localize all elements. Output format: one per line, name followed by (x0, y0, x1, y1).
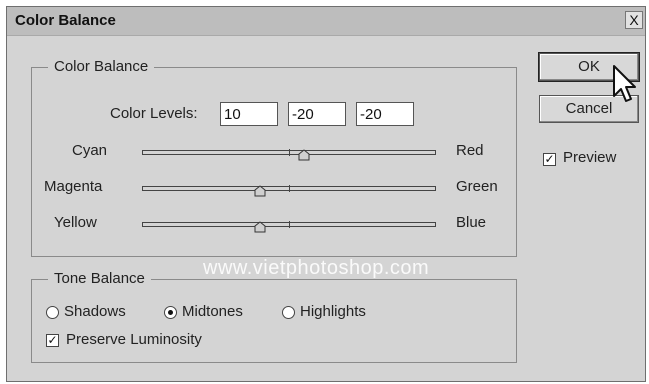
blue-label: Blue (456, 214, 487, 231)
midtones-label: Midtones (182, 303, 243, 320)
cyan-label: Cyan (72, 142, 108, 159)
shadows-label: Shadows (64, 303, 126, 320)
yellow-label: Yellow (54, 214, 97, 231)
preview-checkbox[interactable]: ✓ (543, 153, 556, 166)
yellow-blue-level-input[interactable] (356, 102, 414, 126)
watermark-text: www.vietphotoshop.com (203, 257, 430, 279)
color-levels-label: Color Levels: (110, 105, 198, 122)
yellow-blue-slider[interactable] (142, 221, 436, 228)
color-balance-dialog: Color Balance X Color Balance Color Leve… (6, 6, 646, 382)
cyan-red-slider[interactable] (142, 149, 436, 156)
color-balance-legend: Color Balance (48, 58, 155, 75)
yellow-blue-slider-thumb[interactable] (254, 221, 266, 233)
cyan-red-slider-thumb[interactable] (298, 149, 310, 161)
highlights-label: Highlights (300, 303, 366, 320)
preview-label: Preview (563, 149, 617, 166)
preserve-luminosity-checkbox[interactable]: ✓ (46, 334, 59, 347)
magenta-green-slider-thumb[interactable] (254, 185, 266, 197)
red-label: Red (456, 142, 484, 159)
tone-balance-group: Tone Balance Shadows Midtones Highlights… (31, 270, 517, 363)
color-balance-group: Color Balance Color Levels: Cyan Red Mag… (31, 58, 517, 257)
magenta-green-slider[interactable] (142, 185, 436, 192)
title-bar: Color Balance X (7, 7, 645, 36)
dialog-title: Color Balance (15, 12, 116, 29)
mouse-pointer-icon (613, 65, 636, 102)
tone-balance-legend: Tone Balance (48, 270, 151, 287)
preserve-luminosity-label: Preserve Luminosity (66, 331, 202, 348)
cyan-red-level-input[interactable] (220, 102, 278, 126)
magenta-green-level-input[interactable] (288, 102, 346, 126)
close-button[interactable]: X (625, 11, 643, 29)
green-label: Green (456, 178, 498, 195)
midtones-radio[interactable] (164, 306, 177, 319)
magenta-label: Magenta (44, 178, 103, 195)
highlights-radio[interactable] (282, 306, 295, 319)
shadows-radio[interactable] (46, 306, 59, 319)
